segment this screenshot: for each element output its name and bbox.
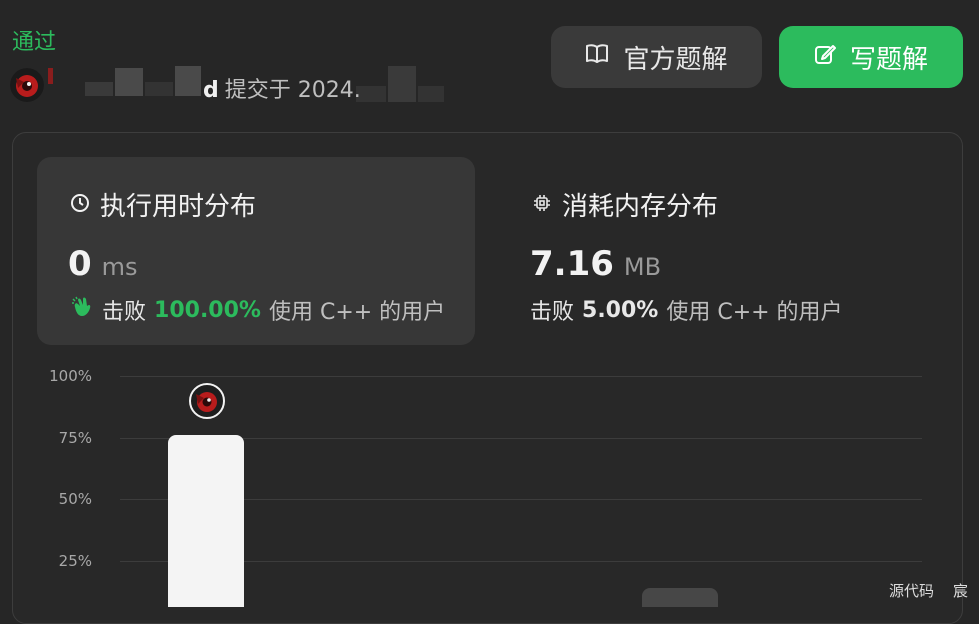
memory-value: 7.16 MB <box>530 244 661 284</box>
runtime-beats-suffix: 使用 C++ 的用户 <box>268 300 446 325</box>
avatar-image <box>10 68 44 102</box>
memory-beats-suffix: 使用 C++ 的用户 <box>666 300 843 325</box>
clap-icon <box>70 295 94 325</box>
write-solution-label: 写题解 <box>849 44 928 75</box>
runtime-unit: ms <box>101 253 138 281</box>
memory-beats-label: 击败 <box>530 300 575 325</box>
bar-user[interactable] <box>168 435 244 607</box>
memory-unit: MB <box>623 253 662 281</box>
write-solution-button[interactable]: 写题解 <box>779 26 963 88</box>
gridline <box>120 376 922 377</box>
book-icon <box>585 42 609 72</box>
redacted-block <box>85 82 113 96</box>
avatar-image <box>196 392 217 412</box>
submitted-at: 提交于 2024. <box>224 78 361 103</box>
runtime-title: 执行用时分布 <box>70 186 256 223</box>
bar[interactable] <box>642 587 718 607</box>
runtime-number: 0 <box>68 244 92 284</box>
user-flag <box>48 68 53 84</box>
redacted-block <box>418 86 444 102</box>
y-tick-label: 75% <box>58 428 92 447</box>
chart-user-avatar <box>189 383 225 419</box>
redacted-block <box>115 68 143 96</box>
y-tick-label: 100% <box>49 367 92 385</box>
source-code-link[interactable]: 源代码 <box>889 580 934 601</box>
memory-beats-pct: 5.00% <box>582 297 659 323</box>
redacted-block <box>175 66 201 96</box>
chip-icon <box>532 190 552 220</box>
runtime-value: 0 ms <box>68 244 138 284</box>
clock-icon <box>70 190 90 220</box>
official-solution-button[interactable]: 官方题解 <box>551 26 762 88</box>
footer-trailing-text: 宸 <box>953 582 969 600</box>
memory-number: 7.16 <box>530 244 614 284</box>
redacted-block <box>145 82 173 96</box>
runtime-beats: 击败 100.00% 使用 C++ 的用户 <box>70 294 445 326</box>
runtime-beats-label: 击败 <box>102 300 147 325</box>
y-tick-label: 25% <box>58 551 92 570</box>
redacted-block <box>388 66 416 102</box>
result-status: 通过 <box>12 30 57 55</box>
submission-meta: d 提交于 2024. <box>203 72 361 104</box>
official-solution-label: 官方题解 <box>623 44 728 75</box>
y-tick-label: 50% <box>58 490 92 508</box>
memory-title: 消耗内存分布 <box>532 186 718 223</box>
edit-icon <box>814 42 836 72</box>
runtime-beats-pct: 100.00% <box>154 297 261 323</box>
memory-beats: 击败 5.00% 使用 C++ 的用户 <box>530 294 843 326</box>
user-avatar[interactable] <box>10 68 44 102</box>
username-tail[interactable]: d <box>203 78 219 103</box>
